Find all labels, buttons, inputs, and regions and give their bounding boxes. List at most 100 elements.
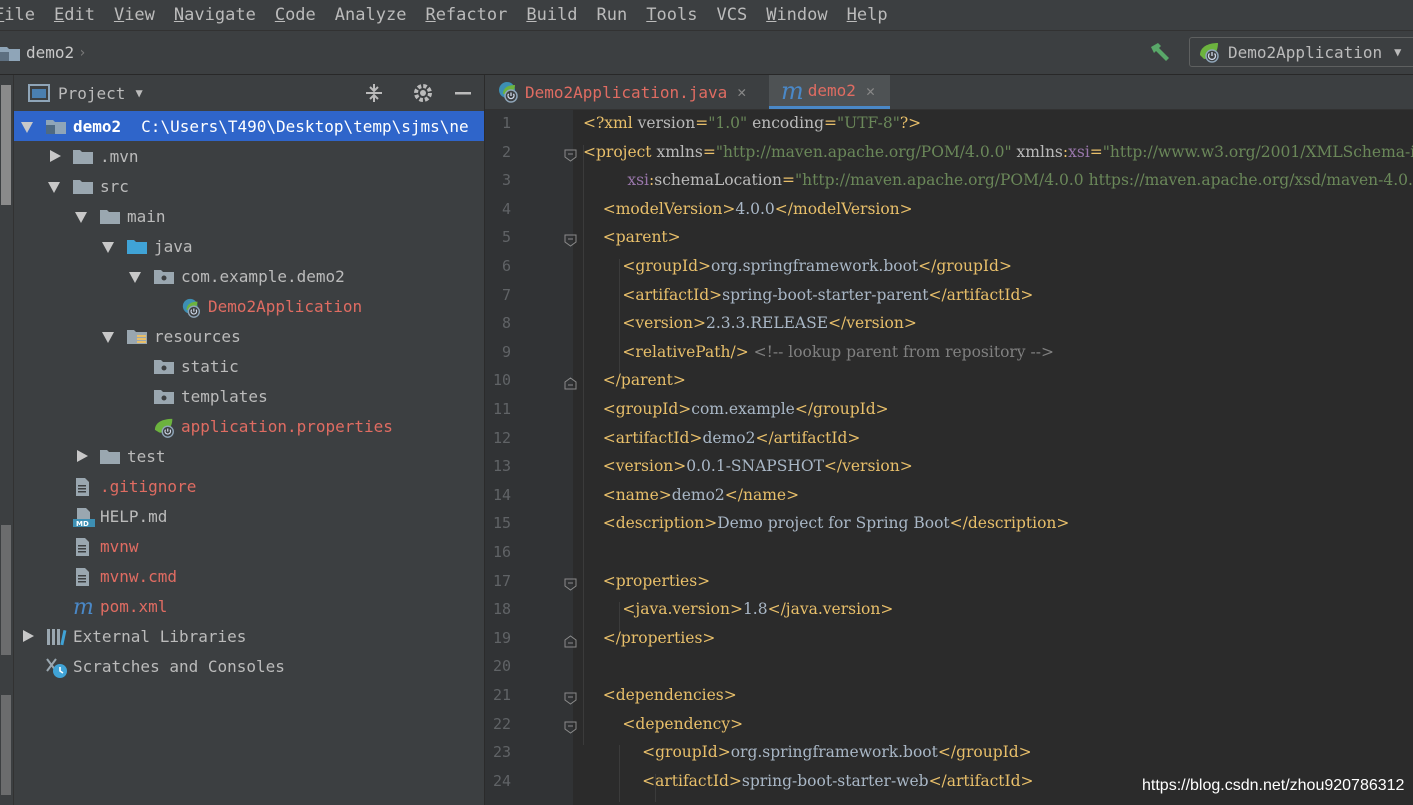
tree-item[interactable]: static: [14, 351, 484, 381]
collapse-all-icon[interactable]: [362, 81, 386, 105]
left-tool-window-strip[interactable]: [0, 75, 14, 805]
menu-label: elp: [856, 5, 888, 25]
tab-label: Demo2Application.java: [525, 82, 728, 102]
fold-end-icon[interactable]: [564, 375, 577, 390]
code-line: </properties>: [583, 629, 716, 647]
tree-item[interactable]: mvnw.cmd: [14, 561, 484, 591]
tree-item[interactable]: .mvn: [14, 141, 484, 171]
menu-label: ools: [656, 5, 698, 25]
menu-view[interactable]: View: [114, 5, 155, 25]
menu-refactor[interactable]: Refactor: [425, 5, 507, 25]
tree-item[interactable]: .gitignore: [14, 471, 484, 501]
menu-file[interactable]: File: [0, 5, 35, 25]
collapse-arrow-icon[interactable]: [47, 149, 61, 163]
dropdown-arrow-icon: ▼: [1394, 45, 1402, 59]
fold-start-icon[interactable]: [564, 719, 577, 734]
run-configuration-selector[interactable]: Demo2Application ▼: [1189, 37, 1413, 67]
tree-item[interactable]: resources: [14, 321, 484, 351]
folder-icon: [100, 447, 120, 465]
code-line: <artifactId>spring-boot-starter-parent</…: [583, 286, 1033, 304]
fold-start-icon[interactable]: [564, 576, 577, 591]
menu-label: VCS: [716, 5, 748, 25]
line-number: 13: [492, 457, 511, 476]
menu-edit[interactable]: Edit: [54, 5, 95, 25]
tree-item[interactable]: test: [14, 441, 484, 471]
breadcrumb[interactable]: demo2 ›: [0, 43, 87, 62]
fold-start-icon[interactable]: [564, 147, 577, 162]
menu-label: efactor: [435, 5, 508, 25]
menu-window[interactable]: Window: [766, 5, 827, 25]
tree-item[interactable]: com.example.demo2: [14, 261, 484, 291]
favorites-tool-tab[interactable]: [1, 695, 11, 795]
collapse-arrow-icon[interactable]: [74, 449, 88, 463]
menu-vcs[interactable]: VCS: [716, 5, 747, 25]
expand-arrow-icon[interactable]: [101, 329, 115, 343]
menu-help[interactable]: Help: [847, 5, 888, 25]
code-token: </artifactId>: [928, 771, 1034, 790]
tab-pom-demo2[interactable]: m demo2 ✕: [769, 75, 890, 109]
line-number: 10: [492, 371, 511, 390]
minimize-icon[interactable]: [451, 81, 475, 105]
watermark-url: https://blog.csdn.net/zhou920786312: [1142, 777, 1405, 794]
code-token: </version>: [828, 314, 917, 333]
menu-navigate[interactable]: Navigate: [174, 5, 256, 25]
menu-run[interactable]: Run: [597, 5, 628, 25]
tree-item-label: application.properties: [181, 416, 393, 436]
code-token: "http://www.w3.org/2001/XMLSchema-instan…: [1102, 142, 1413, 161]
line-number: 23: [492, 743, 511, 762]
line-number: 14: [492, 485, 511, 504]
menu-tools[interactable]: Tools: [646, 5, 697, 25]
menu-label: ode: [285, 5, 316, 25]
expand-arrow-icon[interactable]: [128, 269, 142, 283]
text-file-icon: [73, 567, 93, 586]
structure-tool-tab[interactable]: [1, 525, 11, 655]
tree-item[interactable]: mvnw: [14, 531, 484, 561]
tree-item-label: HELP.md: [100, 506, 168, 526]
menu-mnemonic: W: [766, 5, 777, 25]
spring-boot-class-icon: [497, 80, 521, 104]
tree-item[interactable]: java: [14, 231, 484, 261]
code-content[interactable]: <?xml version="1.0" encoding="UTF-8"?> <p…: [583, 110, 1413, 805]
expand-arrow-icon[interactable]: [101, 239, 115, 253]
build-hammer-icon[interactable]: [1148, 41, 1172, 65]
menu-analyze[interactable]: Analyze: [335, 5, 407, 25]
menu-build[interactable]: Build: [526, 5, 577, 25]
tree-item[interactable]: main: [14, 201, 484, 231]
tree-item[interactable]: Demo2Application: [14, 291, 484, 321]
code-line: <java.version>1.8</java.version>: [583, 600, 893, 618]
tree-item[interactable]: demo2 C:\Users\T490\Desktop\temp\sjms\ne: [14, 111, 484, 141]
code-token: demo2: [702, 428, 756, 447]
tab-demo2application-java[interactable]: Demo2Application.java ✕: [497, 75, 746, 109]
dropdown-arrow-icon[interactable]: ▼: [135, 86, 142, 100]
breadcrumb-project[interactable]: demo2: [26, 43, 74, 62]
tree-item[interactable]: application.properties: [14, 411, 484, 441]
expand-arrow-icon[interactable]: [47, 179, 61, 193]
project-panel-title[interactable]: Project: [58, 84, 125, 103]
code-token: </groupId>: [918, 257, 1012, 275]
code-line: <groupId>org.springframework.boot</group…: [583, 257, 1012, 275]
expand-arrow-icon[interactable]: [74, 209, 88, 223]
tree-item[interactable]: MD HELP.md: [14, 501, 484, 531]
code-token: <description>: [583, 514, 718, 533]
close-icon[interactable]: ✕: [866, 82, 875, 100]
fold-start-icon[interactable]: [564, 690, 577, 705]
tree-item-label: src: [100, 176, 129, 196]
menu-mnemonic: N: [173, 5, 185, 25]
maven-icon: m: [73, 595, 94, 620]
expand-arrow-icon[interactable]: [20, 119, 34, 133]
close-icon[interactable]: ✕: [737, 83, 746, 101]
tree-item[interactable]: m pom.xml: [14, 591, 484, 621]
fold-end-icon[interactable]: [564, 633, 577, 648]
fold-start-icon[interactable]: [564, 232, 577, 248]
menu-mnemonic: H: [846, 5, 857, 25]
project-tool-tab[interactable]: [1, 85, 11, 205]
tree-item[interactable]: Scratches and Consoles: [14, 651, 484, 681]
gear-icon[interactable]: [411, 81, 435, 105]
tree-item[interactable]: templates: [14, 381, 484, 411]
tree-item[interactable]: External Libraries: [14, 621, 484, 651]
collapse-arrow-icon[interactable]: [20, 629, 34, 643]
tree-item[interactable]: src: [14, 171, 484, 201]
code-token: =: [1089, 142, 1103, 161]
menu-code[interactable]: Code: [275, 5, 316, 25]
